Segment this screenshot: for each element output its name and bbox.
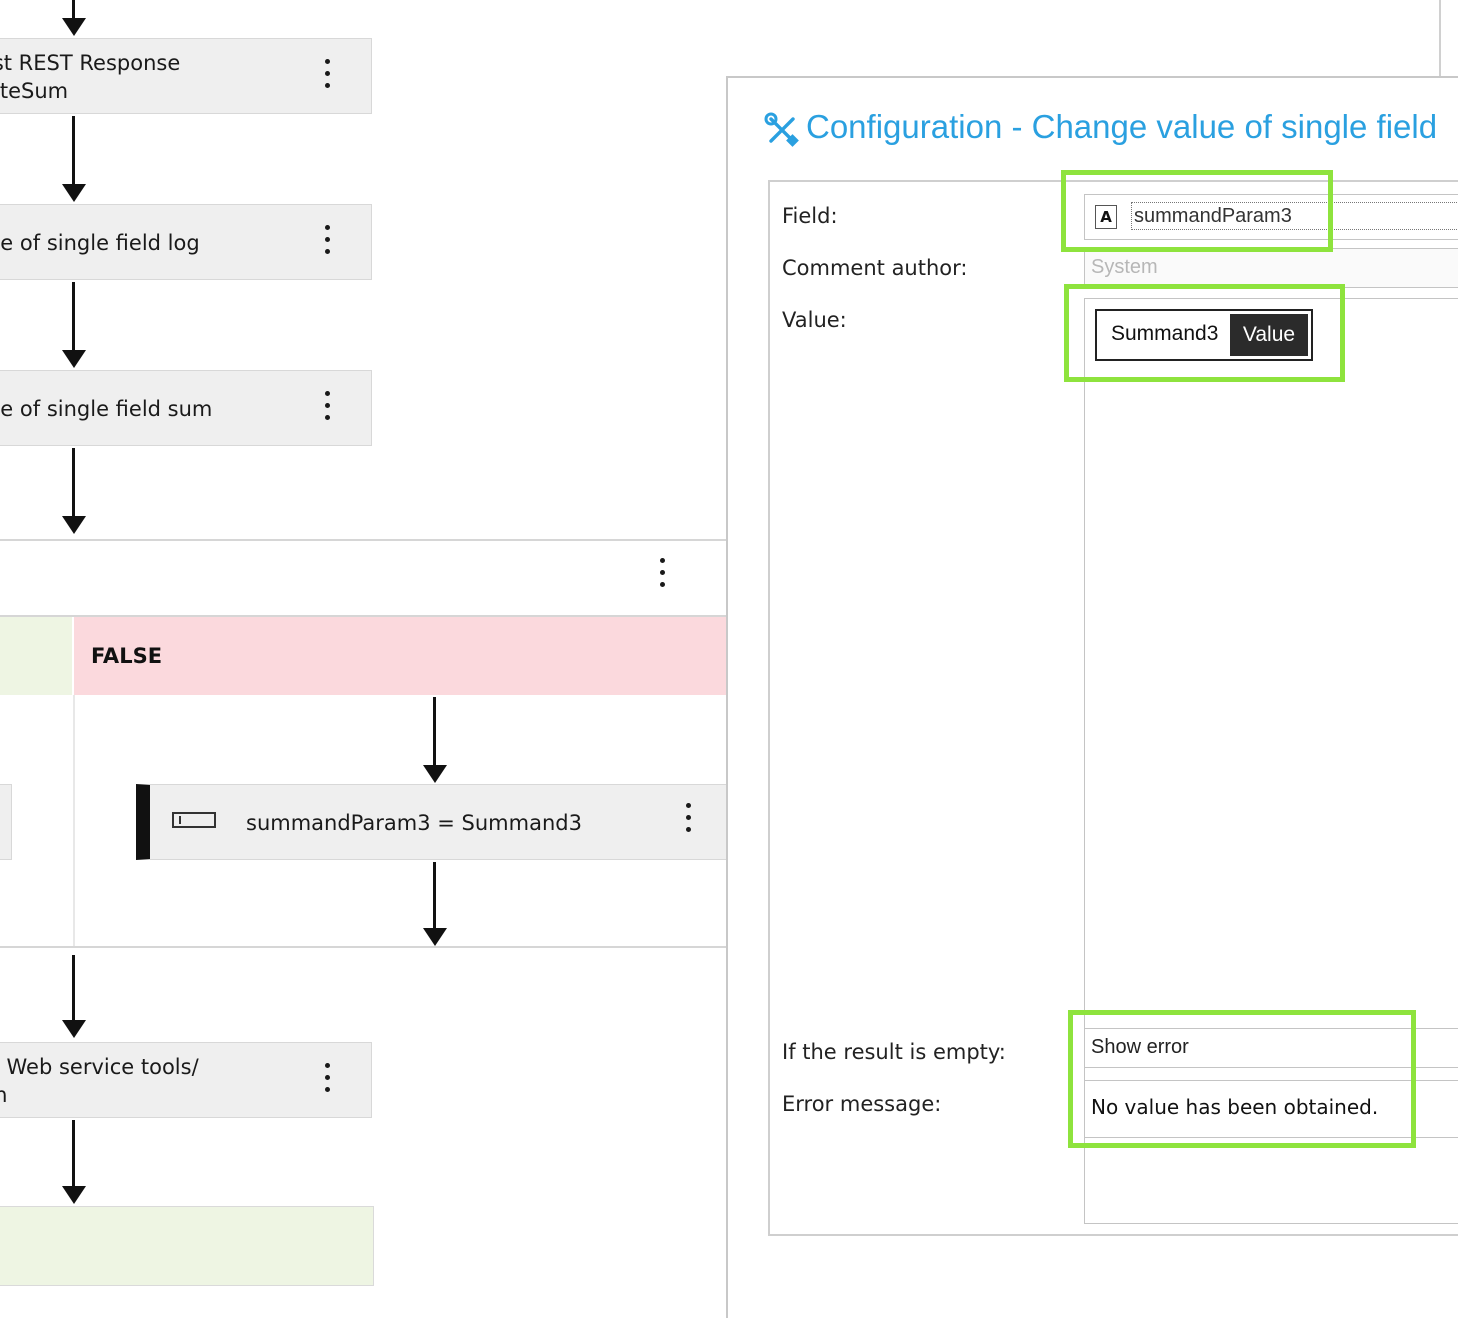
connector-arrow <box>62 184 86 202</box>
more-options-icon[interactable] <box>325 391 331 427</box>
connector-arrow <box>62 1186 86 1204</box>
step-label: ue of single field log <box>0 231 200 255</box>
configuration-dialog: Configuration - Change value of single f… <box>726 76 1458 1318</box>
condition-top-border <box>0 539 728 541</box>
workflow-step-rest-response[interactable]: ist REST Response ateSum <box>0 38 372 114</box>
more-options-icon[interactable] <box>325 225 331 261</box>
connector-arrow <box>423 928 447 946</box>
connector-line <box>72 282 75 352</box>
highlight-empty-handling <box>1068 1010 1416 1148</box>
connector-arrow <box>423 765 447 783</box>
false-branch-label: FALSE <box>91 644 163 668</box>
more-options-icon[interactable] <box>325 59 331 95</box>
connector-line <box>72 1120 75 1186</box>
value-label: Value: <box>782 308 847 332</box>
highlight-value <box>1064 284 1345 382</box>
condition-more-options-icon[interactable] <box>660 558 666 594</box>
if-empty-label: If the result is empty: <box>782 1040 1006 1064</box>
comment-author-placeholder: System <box>1091 256 1158 278</box>
step-label: summandParam3 = Summand3 <box>246 811 582 835</box>
workflow-step-web-service[interactable]: T Web service tools/ m <box>0 1042 372 1118</box>
true-branch-header <box>0 617 72 695</box>
workflow-step-change-value-log[interactable]: ue of single field log <box>0 204 372 280</box>
step-label: ist REST Response <box>0 51 181 75</box>
error-message-label: Error message: <box>782 1092 942 1116</box>
field-label: Field: <box>782 204 838 228</box>
step-sublabel: ateSum <box>0 79 69 103</box>
highlight-field <box>1061 170 1333 252</box>
workflow-end-block[interactable] <box>0 1206 374 1286</box>
more-options-icon[interactable] <box>686 803 692 839</box>
connector-arrow <box>62 18 86 36</box>
comment-author-input[interactable]: System <box>1084 248 1458 288</box>
connector-line <box>72 448 75 518</box>
workflow-step-change-value-sum[interactable]: ue of single field sum <box>0 370 372 446</box>
canvas-right-border <box>1439 0 1441 76</box>
branch-divider <box>73 695 75 947</box>
workflow-step-summandparam3[interactable]: summandParam3 = Summand3 <box>136 784 728 860</box>
textfield-icon <box>172 812 216 828</box>
connector-arrow <box>62 516 86 534</box>
true-branch-step-edge[interactable] <box>0 784 12 860</box>
comment-author-label: Comment author: <box>782 256 968 280</box>
connector-arrow <box>62 350 86 368</box>
condition-bottom-border <box>0 946 728 948</box>
connector-line <box>72 116 75 186</box>
step-label: T Web service tools/ <box>0 1055 199 1079</box>
connector-arrow <box>62 1020 86 1038</box>
false-branch-header: FALSE <box>74 617 728 695</box>
more-options-icon[interactable] <box>325 1063 331 1099</box>
dialog-title: Configuration - Change value of single f… <box>806 108 1438 145</box>
tools-icon <box>764 112 799 147</box>
step-label: ue of single field sum <box>0 397 213 421</box>
connector-line <box>72 955 75 1021</box>
step-sublabel: m <box>0 1081 7 1109</box>
connector-line <box>433 697 436 767</box>
connector-line <box>72 0 75 20</box>
connector-line <box>433 862 436 932</box>
